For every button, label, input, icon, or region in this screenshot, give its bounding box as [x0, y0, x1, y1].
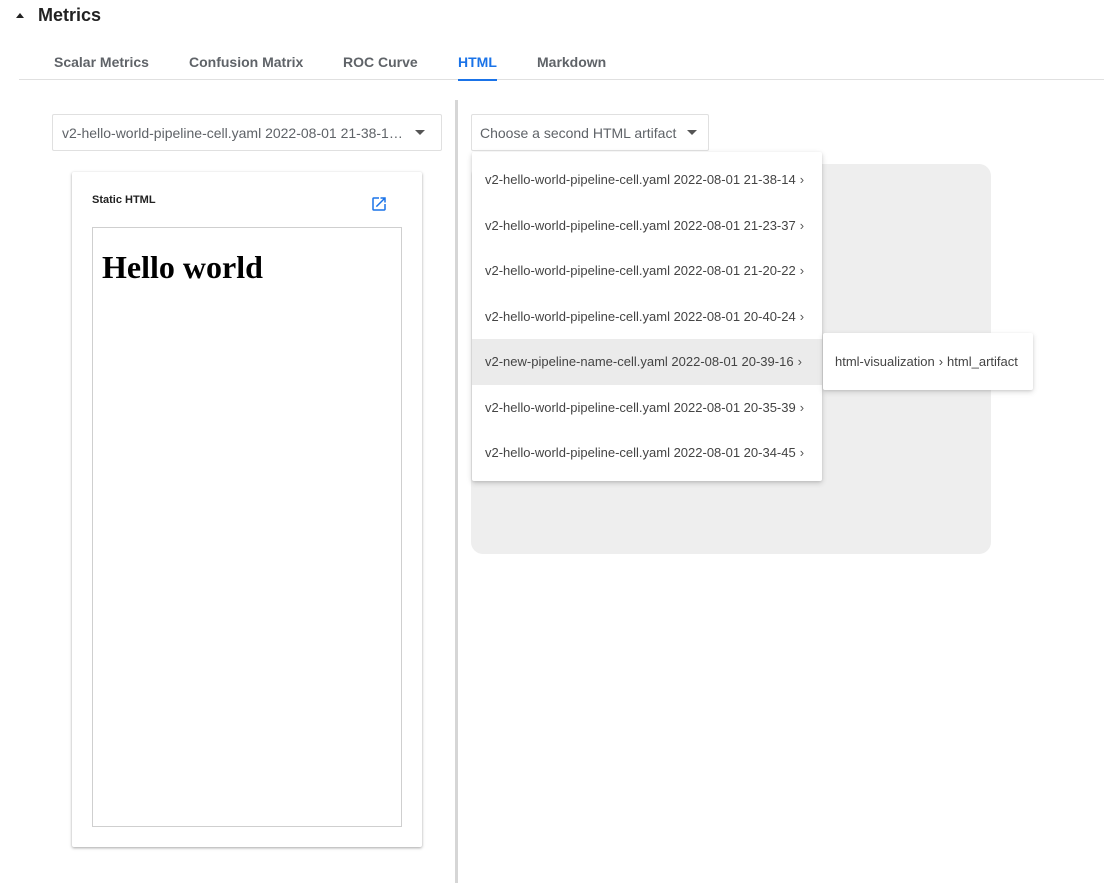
submenu-artifact-name: html_artifact	[947, 354, 1018, 369]
run-menu-item[interactable]: v2-hello-world-pipeline-cell.yaml 2022-0…	[472, 248, 822, 294]
tab-roc-curve[interactable]: ROC Curve	[343, 42, 418, 80]
first-artifact-selected-value: v2-hello-world-pipeline-cell.yaml 2022-0…	[62, 124, 404, 141]
tab-confusion-matrix[interactable]: Confusion Matrix	[189, 42, 303, 80]
tab-html[interactable]: HTML	[458, 42, 497, 81]
chevron-right-icon: ›	[799, 308, 805, 324]
first-artifact-select[interactable]: v2-hello-world-pipeline-cell.yaml 2022-0…	[52, 114, 442, 151]
caret-down-icon	[687, 130, 698, 135]
submenu-step-name: html-visualization	[835, 354, 935, 369]
run-menu-item[interactable]: v2-hello-world-pipeline-cell.yaml 2022-0…	[472, 157, 822, 203]
chevron-right-icon: ›	[799, 445, 805, 461]
html-viewer-card: Static HTML Hello world	[72, 172, 422, 847]
run-menu-item[interactable]: v2-hello-world-pipeline-cell.yaml 2022-0…	[472, 203, 822, 249]
chevron-right-icon: ›	[799, 172, 805, 188]
run-menu: v2-hello-world-pipeline-cell.yaml 2022-0…	[472, 152, 822, 481]
run-menu-item[interactable]: v2-hello-world-pipeline-cell.yaml 2022-0…	[472, 385, 822, 431]
metrics-page: Metrics Scalar Metrics Confusion Matrix …	[0, 0, 1104, 883]
tab-scalar-metrics[interactable]: Scalar Metrics	[54, 42, 149, 80]
run-menu-item-highlighted[interactable]: v2-new-pipeline-name-cell.yaml 2022-08-0…	[472, 339, 822, 385]
section-title: Metrics	[38, 4, 102, 25]
metrics-section-header[interactable]: Metrics	[14, 4, 101, 26]
panel-divider[interactable]	[455, 100, 458, 883]
chevron-right-icon: ›	[799, 399, 805, 415]
open-in-new-icon[interactable]	[370, 195, 388, 213]
triangle-up-icon[interactable]	[16, 12, 24, 18]
card-title: Static HTML	[92, 194, 156, 206]
artifact-submenu-item[interactable]: html-visualization › html_artifact	[823, 333, 1033, 390]
run-menu-item[interactable]: v2-hello-world-pipeline-cell.yaml 2022-0…	[472, 430, 822, 476]
chevron-right-icon: ›	[938, 354, 944, 369]
html-content-heading: Hello world	[102, 249, 263, 285]
chevron-right-icon: ›	[797, 354, 802, 370]
run-menu-item[interactable]: v2-hello-world-pipeline-cell.yaml 2022-0…	[472, 294, 822, 340]
second-artifact-dropdown[interactable]: Choose a second HTML artifact	[471, 114, 709, 151]
html-preview-frame: Hello world	[92, 227, 402, 827]
tab-markdown[interactable]: Markdown	[537, 42, 606, 80]
chevron-right-icon: ›	[799, 217, 805, 233]
second-artifact-dropdown-label: Choose a second HTML artifact	[480, 124, 677, 141]
metrics-tabs: Scalar Metrics Confusion Matrix ROC Curv…	[19, 42, 1104, 81]
caret-down-icon	[415, 130, 425, 135]
chevron-right-icon: ›	[799, 263, 805, 279]
